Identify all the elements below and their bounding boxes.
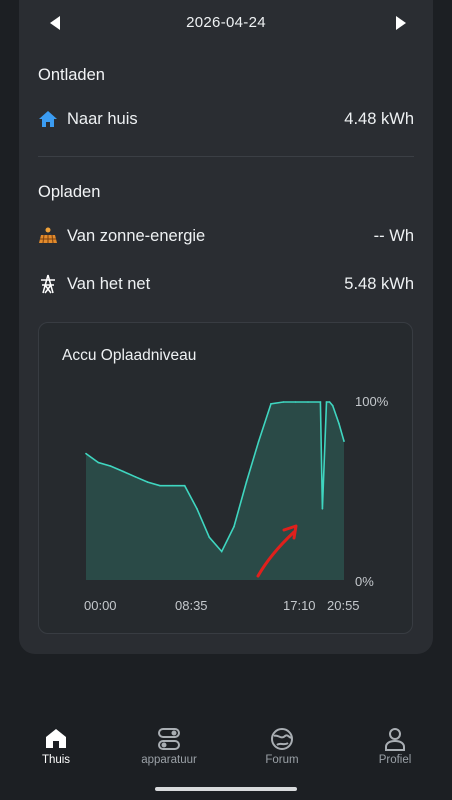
tab-home-label: Thuis [41,754,71,766]
x-tick-label: 20:55 [327,598,360,613]
tab-forum[interactable]: Forum [237,720,327,766]
x-tick-label: 08:35 [175,598,208,613]
data-point [282,401,285,403]
tab-home[interactable]: Thuis [11,720,101,766]
to-home-value: 4.48 kWh [344,109,414,128]
next-day-button[interactable] [388,12,412,34]
data-point [122,470,124,473]
data-point [245,481,248,483]
data-point [338,422,340,425]
tab-forum-label: Forum [265,754,299,766]
house-icon [38,109,58,129]
tab-devices[interactable]: apparatuur [124,720,214,766]
from-solar-row: Van zonne-energie -- Wh [38,223,414,249]
data-point [171,484,174,487]
x-tick-label: 17:10 [283,598,316,613]
data-point [146,481,149,483]
to-home-label: Naar huis [67,109,138,128]
battery-area-fill [86,402,344,580]
tab-devices-label: apparatuur [141,754,197,766]
data-point [208,536,211,539]
x-tick-label: 00:00 [84,598,117,613]
data-point [294,401,297,403]
discharge-title: Ontladen [38,66,105,84]
from-grid-label: Van het net [67,274,151,293]
tab-profile[interactable]: Profiel [350,720,440,766]
devices-icon [156,726,182,752]
from-solar-value: -- Wh [373,226,414,245]
data-point [233,525,235,528]
date-navigator: 2026-04-24 [0,0,452,46]
y-axis-bottom-label: 0% [355,574,374,589]
data-point [321,508,324,510]
data-point [325,401,328,403]
solar-panel-icon [38,226,58,246]
home-indicator [155,787,297,791]
profile-icon [382,726,408,752]
home-icon [43,726,69,752]
data-point [319,401,322,403]
power-pylon-icon [38,274,58,294]
data-point [97,461,100,464]
tab-profile-label: Profiel [378,754,412,766]
data-point [159,484,161,487]
charge-title: Opladen [38,183,101,201]
from-solar-label: Van zonne-energie [67,226,206,245]
data-point [328,401,331,403]
data-point [183,484,186,487]
data-point [109,465,112,467]
divider [38,156,414,157]
data-point [134,476,137,478]
y-axis-top-label: 100% [355,394,389,409]
to-home-row: Naar huis 4.48 kWh [38,106,414,132]
data-point [196,508,198,510]
data-point [343,440,345,442]
data-point [257,440,260,442]
data-point [220,550,223,553]
data-point [331,404,334,407]
data-point [270,403,272,405]
data-point [85,452,87,455]
from-grid-value: 5.48 kWh [344,274,414,293]
from-grid-row: Van het net 5.48 kWh [38,271,414,297]
current-date[interactable]: 2026-04-24 [0,14,452,31]
globe-icon [269,726,295,752]
arrow-right-icon [396,16,406,30]
data-point [307,401,309,403]
